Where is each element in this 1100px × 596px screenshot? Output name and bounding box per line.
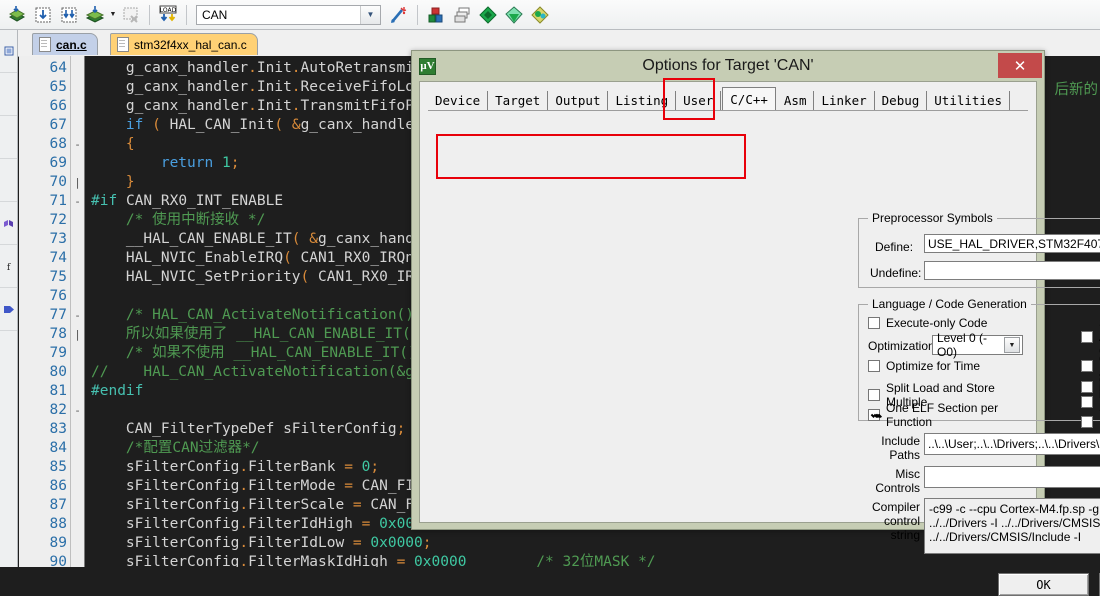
file-tab-label: can.c — [56, 37, 87, 52]
annotation-highlight-cpp-tab — [663, 78, 715, 120]
rebuild-all-icon[interactable] — [57, 3, 81, 27]
chevron-down-icon[interactable]: ▼ — [360, 5, 380, 24]
project-pane-button[interactable] — [0, 30, 17, 73]
dialog-tab-device[interactable]: Device — [428, 91, 489, 110]
options-for-target-dialog: μV Options for Target 'CAN' ✕ Device Targ… — [411, 50, 1100, 596]
dialog-tab-underline — [428, 110, 1028, 111]
include-paths-input[interactable]: ..\..\User;..\..\Drivers;..\..\Drivers\C… — [924, 433, 1100, 455]
checkbox-execute-only-code[interactable]: Execute-only Code — [868, 316, 987, 330]
dialog-tab-label: Asm — [783, 93, 807, 108]
define-input[interactable]: USE_HAL_DRIVER,STM32F407xx — [924, 234, 1100, 253]
file-icon — [117, 37, 129, 52]
define-input-value: USE_HAL_DRIVER,STM32F407xx — [928, 237, 1100, 251]
ok-button[interactable]: OK — [998, 573, 1089, 596]
batch-build-dropdown-icon[interactable]: ▼ — [108, 4, 118, 26]
build-target-icon[interactable] — [31, 3, 55, 27]
undefine-label: Undefine: — [870, 266, 922, 280]
batch-build-icon[interactable] — [83, 3, 107, 27]
dialog-tab-linker[interactable]: Linker — [814, 91, 875, 110]
dialog-tab-asm[interactable]: Asm — [776, 91, 815, 110]
dialog-tab-target[interactable]: Target — [488, 91, 549, 110]
dialog-tab-label: Listing — [615, 93, 669, 108]
editor-fold-column[interactable]: - | - - | - — [71, 56, 85, 567]
manage-components-icon[interactable] — [450, 3, 474, 27]
target-select[interactable]: CAN ▼ — [196, 4, 381, 25]
functions-pane-button[interactable]: f — [0, 245, 17, 288]
magic-wand-icon[interactable] — [387, 3, 411, 27]
dialog-tab-c-c[interactable]: C/C++ — [722, 87, 776, 110]
target-select-value: CAN — [202, 7, 228, 22]
toolbar-separator-2 — [186, 4, 187, 25]
language-code-generation-label: Language / Code Generation — [868, 297, 1031, 311]
dialog-tab-debug[interactable]: Debug — [874, 91, 928, 110]
optimization-label: Optimization: — [868, 339, 939, 353]
templates-pane-button[interactable] — [0, 288, 17, 331]
dialog-tab-label: Linker — [821, 93, 867, 108]
checkbox-label: One ELF Section per Function — [886, 401, 999, 429]
pack-installer-icon[interactable] — [476, 3, 500, 27]
dialog-title: Options for Target 'CAN' — [642, 57, 814, 74]
misc-controls-input[interactable] — [924, 466, 1100, 488]
file-tab-label: stm32f4xx_hal_can.c — [134, 37, 247, 52]
dialog-tab-bar: Device Target Output Listing User C/C++ Asm Lin… — [428, 87, 1011, 110]
editor-line-numbers: 64 65 66 67 68 69 70 71 72 73 74 75 76 7… — [19, 56, 71, 567]
checkbox-box-icon — [868, 389, 880, 401]
blank-cell-2 — [0, 116, 17, 159]
checkbox-one-elf-section-per-function[interactable]: One ELF Section per Function — [868, 401, 1036, 429]
svg-text:LOAD: LOAD — [160, 7, 177, 14]
dialog-tab-label: C/C++ — [730, 91, 768, 107]
optimization-value: Level 0 (-O0) — [937, 331, 988, 359]
file-icon — [39, 37, 51, 52]
download-icon[interactable]: LOAD — [156, 3, 180, 27]
annotation-highlight-define-field — [436, 134, 746, 179]
checkbox-label: Optimize for Time — [886, 359, 981, 373]
compiler-control-string-value: -c99 -c --cpu Cortex-M4.fp.sp -g -O0 --a… — [924, 498, 1100, 554]
stop-build-icon — [119, 3, 143, 27]
books-pane-button[interactable] — [0, 202, 17, 245]
dialog-tab-label: Utilities — [934, 93, 1003, 108]
blank-cell-1 — [0, 73, 17, 116]
checkbox-optimize-for-time[interactable]: Optimize for Time — [868, 359, 980, 373]
dialog-tab-utilities[interactable]: Utilities — [927, 91, 1011, 110]
checkbox-box-icon — [868, 409, 880, 421]
svg-text:f: f — [7, 263, 11, 272]
undefine-input[interactable] — [924, 261, 1100, 280]
multi-project-icon[interactable] — [528, 3, 552, 27]
main-toolbar: ▼ LOAD CAN ▼ — [0, 0, 1100, 30]
uvision-icon: μV — [419, 57, 436, 75]
optimization-select[interactable]: Level 0 (-O0) ▼ — [932, 331, 1023, 359]
file-tab-can-c[interactable]: can.c — [32, 33, 98, 55]
checkbox-box-icon — [868, 317, 880, 329]
include-paths-label: Include Paths — [881, 434, 920, 462]
dialog-title-bar[interactable]: μV Options for Target 'CAN' ✕ — [412, 51, 1044, 81]
translate-icon[interactable] — [5, 3, 29, 27]
chevron-down-icon[interactable]: ▼ — [1004, 337, 1020, 353]
checkbox-label: Execute-only Code — [886, 316, 988, 330]
file-tab-stm32f4xx-hal-can-c[interactable]: stm32f4xx_hal_can.c — [110, 33, 258, 55]
left-docking-strip: f — [0, 30, 18, 567]
dialog-tab-output[interactable]: Output — [548, 91, 609, 110]
compiler-control-string-label: Compiler control string — [871, 500, 920, 542]
dialog-tab-label: Output — [555, 93, 601, 108]
dialog-tab-label: Target — [495, 93, 541, 108]
blank-cell-3 — [0, 159, 17, 202]
preprocessor-symbols-label: Preprocessor Symbols — [868, 211, 997, 225]
dialog-tab-label: Device — [435, 93, 481, 108]
close-icon[interactable]: ✕ — [998, 53, 1042, 78]
define-label: Define: — [875, 240, 914, 254]
configure-flash-icon[interactable] — [502, 3, 526, 27]
editor-right-edge-comment: 后新的 — [1054, 82, 1099, 98]
checkbox-box-icon — [1081, 416, 1093, 428]
misc-controls-label: Misc Controls — [875, 467, 920, 495]
dialog-tab-label: Debug — [881, 93, 920, 108]
target-options-icon[interactable] — [424, 3, 448, 27]
checkbox-box-icon — [868, 360, 880, 372]
toolbar-separator-3 — [417, 4, 418, 25]
toolbar-separator-1 — [149, 4, 150, 25]
